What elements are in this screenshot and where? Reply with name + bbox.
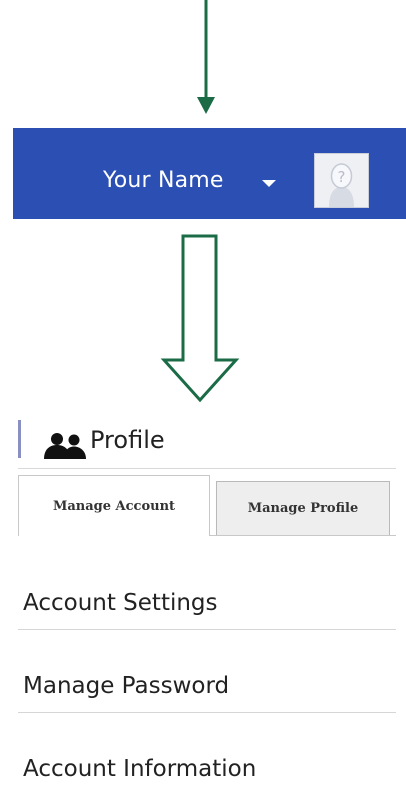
profile-title: Profile — [90, 426, 165, 454]
section-accent-bar — [18, 420, 21, 458]
tab-manage-account[interactable]: Manage Account — [18, 475, 210, 536]
menu-divider — [18, 712, 396, 713]
menu-item-manage-password[interactable]: Manage Password — [23, 673, 395, 699]
tab-manage-profile[interactable]: Manage Profile — [216, 481, 390, 536]
transition-arrow-icon — [160, 234, 240, 403]
avatar[interactable]: ? — [314, 153, 369, 208]
people-icon — [44, 433, 86, 459]
tab-label: Manage Account — [52, 498, 176, 514]
tabs-divider — [210, 535, 396, 536]
pointer-arrow-icon — [197, 0, 215, 114]
menu-item-account-information[interactable]: Account Information — [23, 756, 395, 782]
menu-item-account-settings[interactable]: Account Settings — [23, 590, 395, 616]
caret-down-icon[interactable] — [262, 180, 276, 187]
placeholder-avatar-icon: ? — [315, 154, 368, 207]
user-menu-name[interactable]: Your Name — [103, 168, 224, 193]
menu-divider — [18, 629, 396, 630]
section-divider — [18, 468, 396, 469]
svg-text:?: ? — [338, 168, 346, 186]
tab-label: Manage Profile — [247, 501, 359, 516]
